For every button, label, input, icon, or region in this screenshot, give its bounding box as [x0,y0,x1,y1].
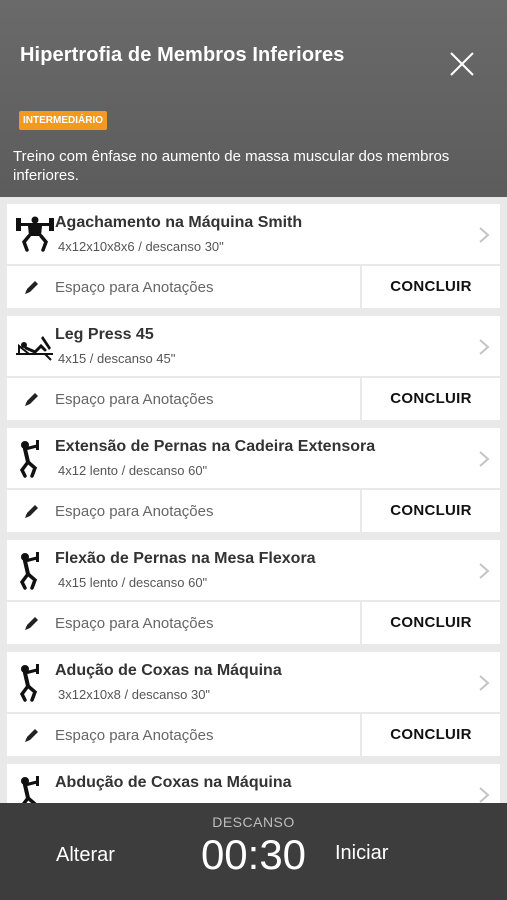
exercise-item: Leg Press 45 4x15 / descanso 45" Espaço … [7,316,500,420]
close-button[interactable] [446,48,478,80]
chevron-right-icon [479,787,490,803]
exercise-detail: 4x12 lento / descanso 60" [58,463,208,478]
leg-curl-icon [19,552,39,590]
notes-placeholder: Espaço para Anotações [55,615,214,632]
exercise-detail: 4x12x10x8x6 / descanso 30" [58,239,224,254]
leg-extension-icon [19,440,39,478]
exercise-actions: Espaço para Anotações CONCLUIR [7,266,500,308]
notes-placeholder: Espaço para Anotações [55,279,214,296]
notes-field[interactable]: Espaço para Anotações [7,490,360,532]
notes-field[interactable]: Espaço para Anotações [7,602,360,644]
smith-machine-icon [16,216,54,252]
pencil-icon [25,617,38,630]
conclude-button[interactable]: CONCLUIR [362,714,500,756]
notes-field[interactable]: Espaço para Anotações [7,266,360,308]
exercise-item: Adução de Coxas na Máquina 3x12x10x8 / d… [7,652,500,756]
exercise-card[interactable]: Agachamento na Máquina Smith 4x12x10x8x6… [7,204,500,264]
exercise-name: Abdução de Coxas na Máquina [55,774,292,791]
exercise-name: Adução de Coxas na Máquina [55,662,282,679]
conclude-button[interactable]: CONCLUIR [362,378,500,420]
exercise-list[interactable]: Agachamento na Máquina Smith 4x12x10x8x6… [0,197,507,803]
exercise-actions: Espaço para Anotações CONCLUIR [7,602,500,644]
pencil-icon [25,281,38,294]
chevron-right-icon [479,339,490,355]
abduction-icon [21,776,39,803]
workout-title: Hipertrofia de Membros Inferiores [20,44,345,66]
chevron-right-icon [479,675,490,691]
exercise-detail: 4x15 / descanso 45" [58,351,176,366]
exercise-detail: 4x15 lento / descanso 60" [58,575,208,590]
exercise-item: Abdução de Coxas na Máquina [7,764,500,803]
conclude-button[interactable]: CONCLUIR [362,602,500,644]
exercise-card[interactable]: Adução de Coxas na Máquina 3x12x10x8 / d… [7,652,500,712]
exercise-name: Flexão de Pernas na Mesa Flexora [55,550,316,567]
rest-timer: 00:30 [200,831,307,878]
adduction-icon [19,664,39,702]
workout-header: Hipertrofia de Membros Inferiores INTERM… [0,0,507,197]
leg-press-icon [16,336,53,361]
exercise-card[interactable]: Leg Press 45 4x15 / descanso 45" [7,316,500,376]
exercise-name: Extensão de Pernas na Cadeira Extensora [55,438,376,455]
exercise-card[interactable]: Abdução de Coxas na Máquina [7,764,500,803]
exercise-detail: 3x12x10x8 / descanso 30" [58,687,211,702]
exercise-actions: Espaço para Anotações CONCLUIR [7,378,500,420]
exercise-actions: Espaço para Anotações CONCLUIR [7,490,500,532]
notes-placeholder: Espaço para Anotações [55,727,214,744]
pencil-icon [25,393,38,406]
pencil-icon [25,505,38,518]
notes-field[interactable]: Espaço para Anotações [7,378,360,420]
exercise-item: Extensão de Pernas na Cadeira Extensora … [7,428,500,532]
notes-placeholder: Espaço para Anotações [55,503,214,520]
workout-description: Treino com ênfase no aumento de massa mu… [13,148,450,184]
notes-placeholder: Espaço para Anotações [55,391,214,408]
exercise-item: Agachamento na Máquina Smith 4x12x10x8x6… [7,204,500,308]
close-icon [450,52,474,76]
start-button[interactable]: Iniciar [335,842,388,865]
exercise-name: Agachamento na Máquina Smith [55,214,303,231]
exercise-card[interactable]: Extensão de Pernas na Cadeira Extensora … [7,428,500,488]
notes-field[interactable]: Espaço para Anotações [7,714,360,756]
exercise-name: Leg Press 45 [55,326,154,343]
rest-label: DESCANSO [212,814,295,830]
pencil-icon [25,729,38,742]
chevron-right-icon [479,227,490,243]
conclude-button[interactable]: CONCLUIR [362,490,500,532]
conclude-button[interactable]: CONCLUIR [362,266,500,308]
exercise-actions: Espaço para Anotações CONCLUIR [7,714,500,756]
rest-timer-bar: Alterar DESCANSO 00:30 Iniciar [0,803,507,900]
exercise-card[interactable]: Flexão de Pernas na Mesa Flexora 4x15 le… [7,540,500,600]
chevron-right-icon [479,563,490,579]
exercise-item: Flexão de Pernas na Mesa Flexora 4x15 le… [7,540,500,644]
chevron-right-icon [479,451,490,467]
level-badge: INTERMEDIÁRIO [19,111,107,130]
